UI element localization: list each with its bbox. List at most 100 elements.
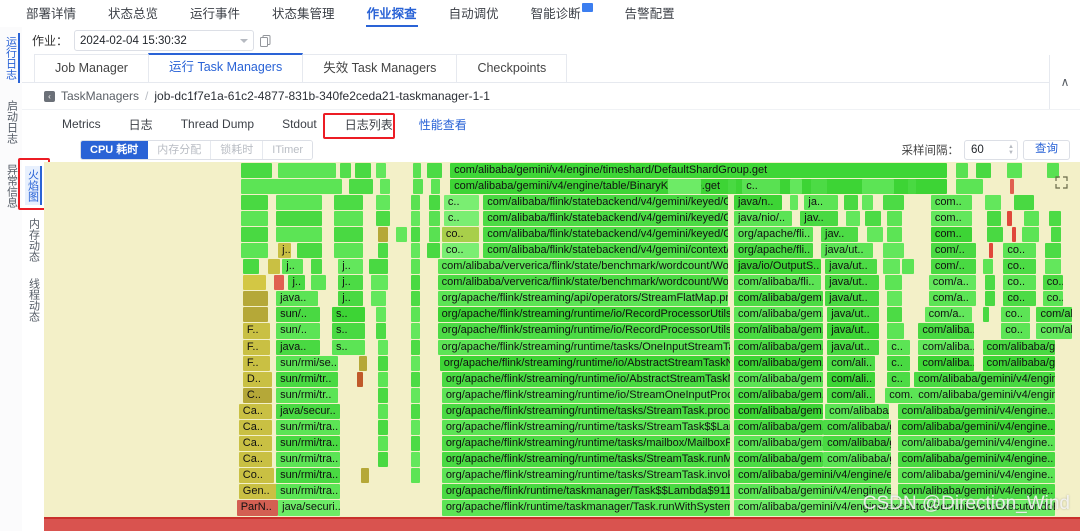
flame-frame[interactable] xyxy=(1045,259,1062,274)
flame-frame[interactable] xyxy=(241,195,268,210)
rail-item-startup-log[interactable]: 启动日志 xyxy=(4,97,19,147)
flame-frame[interactable]: com/ali.. xyxy=(827,388,875,403)
flame-frame[interactable] xyxy=(376,307,386,322)
flame-frame[interactable] xyxy=(349,179,374,194)
flame-frame[interactable]: com/a.. xyxy=(925,307,973,322)
flame-frame[interactable]: Ca.. xyxy=(239,404,272,419)
flame-frame[interactable] xyxy=(311,275,326,290)
flame-frame[interactable] xyxy=(411,243,420,258)
flame-frame[interactable] xyxy=(862,195,872,210)
flame-frame[interactable]: org/apache/flink/streaming/runtime/tasks… xyxy=(438,340,730,355)
flame-frame[interactable]: com/alibaba/gem.. xyxy=(734,436,823,451)
flame-frame[interactable] xyxy=(378,404,388,419)
flame-frame[interactable] xyxy=(411,211,420,226)
flame-frame[interactable]: sun/rmi/tra.. xyxy=(276,420,340,435)
flame-frame[interactable]: org/apache/flink/streaming/runtime/tasks… xyxy=(442,468,730,483)
flame-frame[interactable] xyxy=(380,179,390,194)
flame-frame[interactable]: sun/rmi/tra.. xyxy=(276,484,340,499)
flame-frame[interactable] xyxy=(411,291,420,306)
flame-frame[interactable] xyxy=(276,227,322,242)
flame-frame[interactable] xyxy=(989,243,993,258)
flame-frame[interactable]: sun/rmi/tra.. xyxy=(276,436,340,451)
flame-frame[interactable]: s.. xyxy=(332,340,365,355)
flame-frame[interactable] xyxy=(276,195,322,210)
flame-frame[interactable] xyxy=(1047,163,1059,178)
flame-frame[interactable] xyxy=(1014,195,1035,210)
flame-frame[interactable]: D.. xyxy=(243,372,272,387)
flame-frame[interactable]: org/apache/flink/streaming/runtime/io/Re… xyxy=(438,323,730,338)
rail-item-runtime-log[interactable]: 运行日志 xyxy=(3,33,20,83)
job-select[interactable]: 2024-02-04 15:30:32 xyxy=(74,30,254,51)
flame-frame[interactable] xyxy=(378,436,388,451)
flame-frame[interactable] xyxy=(887,211,902,226)
breadcrumb-root[interactable]: TaskManagers xyxy=(61,89,139,103)
flame-frame[interactable] xyxy=(376,211,391,226)
flame-frame[interactable] xyxy=(243,307,268,322)
flame-frame[interactable]: com/alibaba/gemini/v4/engine.. xyxy=(898,452,1055,467)
sample-interval-input[interactable]: 60 ▲▼ xyxy=(964,140,1018,160)
flame-frame[interactable]: com/alibaba/gem.. xyxy=(734,420,823,435)
flame-frame[interactable] xyxy=(1007,163,1022,178)
flame-frame[interactable] xyxy=(411,195,420,210)
flame-frame[interactable]: sun/rmi/tra.. xyxy=(276,452,340,467)
flame-frame[interactable]: j.. xyxy=(288,275,305,290)
flame-frame[interactable] xyxy=(883,195,904,210)
flame-frame[interactable]: org/apache/flink/streaming/runtime/tasks… xyxy=(442,404,730,419)
flame-frame[interactable] xyxy=(887,291,902,306)
flame-frame[interactable] xyxy=(334,227,363,242)
sub-tab-job-manager[interactable]: Job Manager xyxy=(34,54,149,82)
flame-frame[interactable] xyxy=(243,275,266,290)
flame-frame[interactable]: F.. xyxy=(243,356,270,371)
flame-frame[interactable] xyxy=(411,372,420,387)
flame-frame[interactable] xyxy=(1007,211,1011,226)
flame-frame[interactable]: org/apache/flink/streaming/runtime/tasks… xyxy=(442,436,730,451)
flame-frame[interactable]: ParN.. xyxy=(237,500,278,515)
inner-tab-stdout[interactable]: Stdout xyxy=(268,117,331,131)
flame-frame[interactable]: j.. xyxy=(338,275,363,290)
flame-frame[interactable]: com/alibaba/gemini/v4/engine/exe.. xyxy=(734,484,891,499)
flame-frame[interactable]: com.. xyxy=(885,388,916,403)
flame-frame[interactable] xyxy=(411,307,420,322)
flame-frame[interactable] xyxy=(1010,179,1014,194)
flame-frame[interactable] xyxy=(429,227,439,242)
flame-frame[interactable] xyxy=(378,420,388,435)
flame-frame[interactable]: java/secur.. xyxy=(276,404,340,419)
flame-frame[interactable]: com/aliba.. xyxy=(918,340,974,355)
flame-frame[interactable]: ja.. xyxy=(804,195,837,210)
flame-frame[interactable]: java/ut.. xyxy=(827,340,879,355)
flame-frame[interactable]: co.. xyxy=(1001,307,1030,322)
flame-frame[interactable]: com/alibaba/ge.. xyxy=(983,356,1056,371)
flame-frame[interactable] xyxy=(956,179,983,194)
flame-frame[interactable]: C.. xyxy=(243,388,272,403)
flame-frame[interactable] xyxy=(887,323,904,338)
flame-frame[interactable]: Ca.. xyxy=(239,452,272,467)
inner-tab-performance-view[interactable]: 性能查看 xyxy=(407,116,479,133)
flame-frame[interactable] xyxy=(378,388,388,403)
flame-frame[interactable] xyxy=(987,211,1002,226)
top-tab-7[interactable]: 告警配置 xyxy=(609,1,691,27)
flame-frame[interactable]: com/alibaba/gemini/v4/engine.. xyxy=(898,484,1055,499)
flame-frame[interactable]: s.. xyxy=(332,323,365,338)
flame-frame[interactable] xyxy=(361,468,369,483)
side-item-flame-graph[interactable]: 火焰图 xyxy=(25,166,42,205)
flame-frame[interactable]: com/.. xyxy=(931,243,977,258)
flame-frame[interactable] xyxy=(334,195,363,210)
flame-frame[interactable] xyxy=(983,259,993,274)
flame-frame[interactable]: com/alibaba/ge.. xyxy=(823,420,891,435)
flame-frame[interactable] xyxy=(728,179,736,194)
flame-frame[interactable]: c.. xyxy=(742,179,779,194)
flame-frame[interactable] xyxy=(1022,227,1039,242)
flame-frame[interactable]: com.. xyxy=(931,195,972,210)
flame-frame[interactable] xyxy=(378,372,388,387)
flame-frame[interactable]: com/a.. xyxy=(929,291,977,306)
flame-frame[interactable] xyxy=(371,291,386,306)
flame-frame[interactable] xyxy=(243,259,260,274)
flame-frame[interactable] xyxy=(411,356,420,371)
flame-frame[interactable] xyxy=(297,243,322,258)
flame-frame[interactable] xyxy=(378,356,388,371)
chevron-up-icon[interactable]: ∧ xyxy=(1049,55,1080,109)
flame-frame[interactable]: com.. xyxy=(931,227,972,242)
stepper-icon[interactable]: ▲▼ xyxy=(1008,141,1014,159)
flame-frame[interactable] xyxy=(278,163,336,178)
flame-frame[interactable]: co.. xyxy=(1001,323,1030,338)
